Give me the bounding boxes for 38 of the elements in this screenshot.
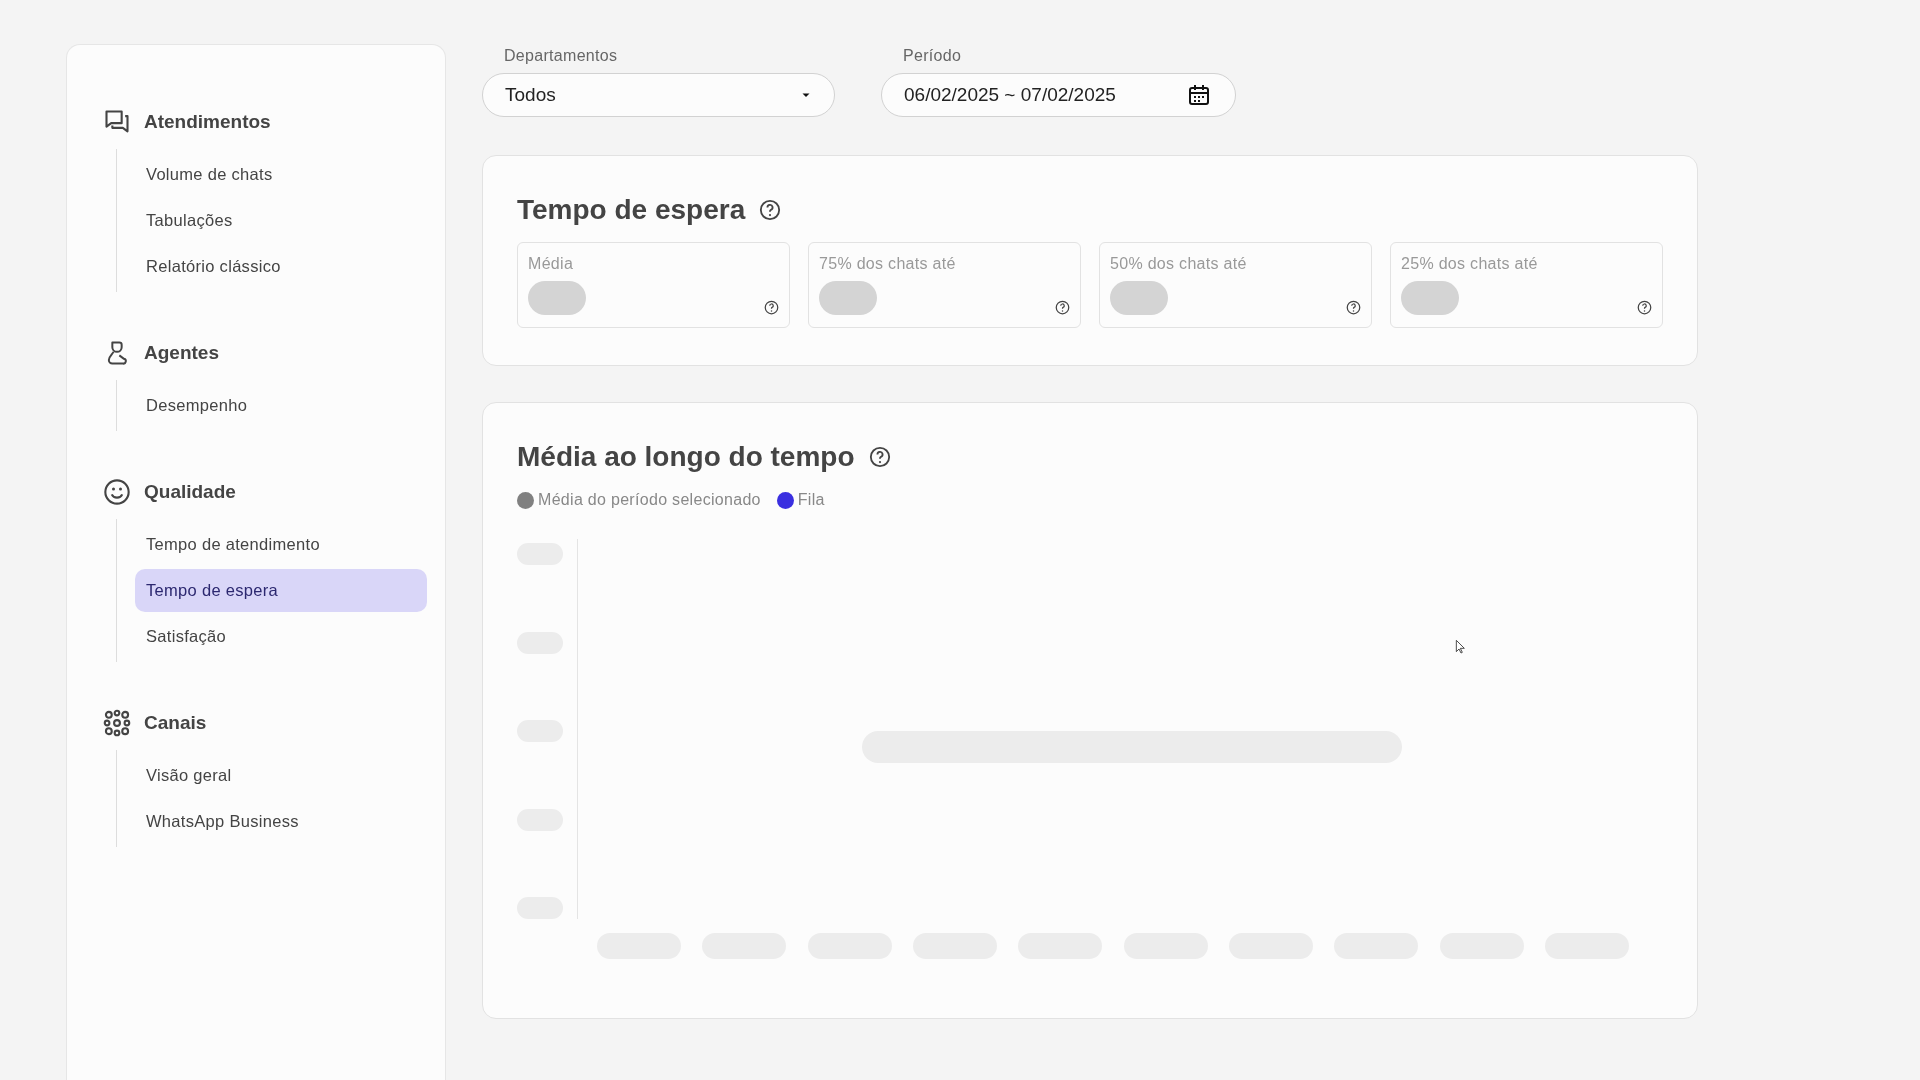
sidebar-item[interactable]: Volume de chats xyxy=(135,153,427,196)
section-heading: Qualidade xyxy=(144,481,236,503)
field-label: Departamentos xyxy=(504,47,619,65)
section-heading: Canais xyxy=(144,712,207,734)
department-dropdown[interactable]: Todos xyxy=(482,73,835,117)
section-heading: Atendimentos xyxy=(144,111,271,133)
help-icon[interactable] xyxy=(764,300,779,315)
card-title: Tempo de espera xyxy=(517,194,746,226)
network-nodes-icon xyxy=(103,709,131,737)
sidebar-item[interactable]: Satisfação xyxy=(135,615,427,658)
legend-label: Média do período selecionado xyxy=(538,491,761,509)
smiley-icon xyxy=(103,478,131,506)
card-title: Média ao longo do tempo xyxy=(517,441,855,473)
skeleton-placeholder xyxy=(528,281,586,315)
sidebar-item[interactable]: Tempo de espera xyxy=(135,569,427,612)
sidebar-item[interactable]: WhatsApp Business xyxy=(135,800,427,843)
sidebar-item[interactable]: Desempenho xyxy=(135,384,427,427)
stat-label: Média xyxy=(528,255,575,273)
stat-label: 50% dos chats até xyxy=(1110,255,1248,273)
field-label: Período xyxy=(903,47,963,65)
sidebar-item[interactable]: Relatório clássico xyxy=(135,245,427,288)
legend-label: Fila xyxy=(797,491,825,509)
sidebar-item[interactable]: Visão geral xyxy=(135,754,427,797)
help-icon[interactable] xyxy=(1637,300,1652,315)
help-icon[interactable] xyxy=(1055,300,1070,315)
stat-label: 75% dos chats até xyxy=(819,255,957,273)
skeleton-placeholder xyxy=(1110,281,1168,315)
sidebar-item[interactable]: Tabulações xyxy=(135,199,427,242)
help-icon[interactable] xyxy=(759,199,782,221)
skeleton-placeholder xyxy=(819,281,877,315)
help-icon[interactable] xyxy=(868,446,891,468)
stat-label: 25% dos chats até xyxy=(1401,255,1539,273)
sidebar-item[interactable]: Tempo de atendimento xyxy=(135,523,427,566)
help-icon[interactable] xyxy=(1346,300,1361,315)
section-heading: Agentes xyxy=(144,342,219,364)
calendar-icon xyxy=(1187,83,1211,107)
skeleton-placeholder xyxy=(1401,281,1459,315)
date-range-field[interactable]: 06/02/2025 ~ 07/02/2025 xyxy=(881,73,1236,117)
